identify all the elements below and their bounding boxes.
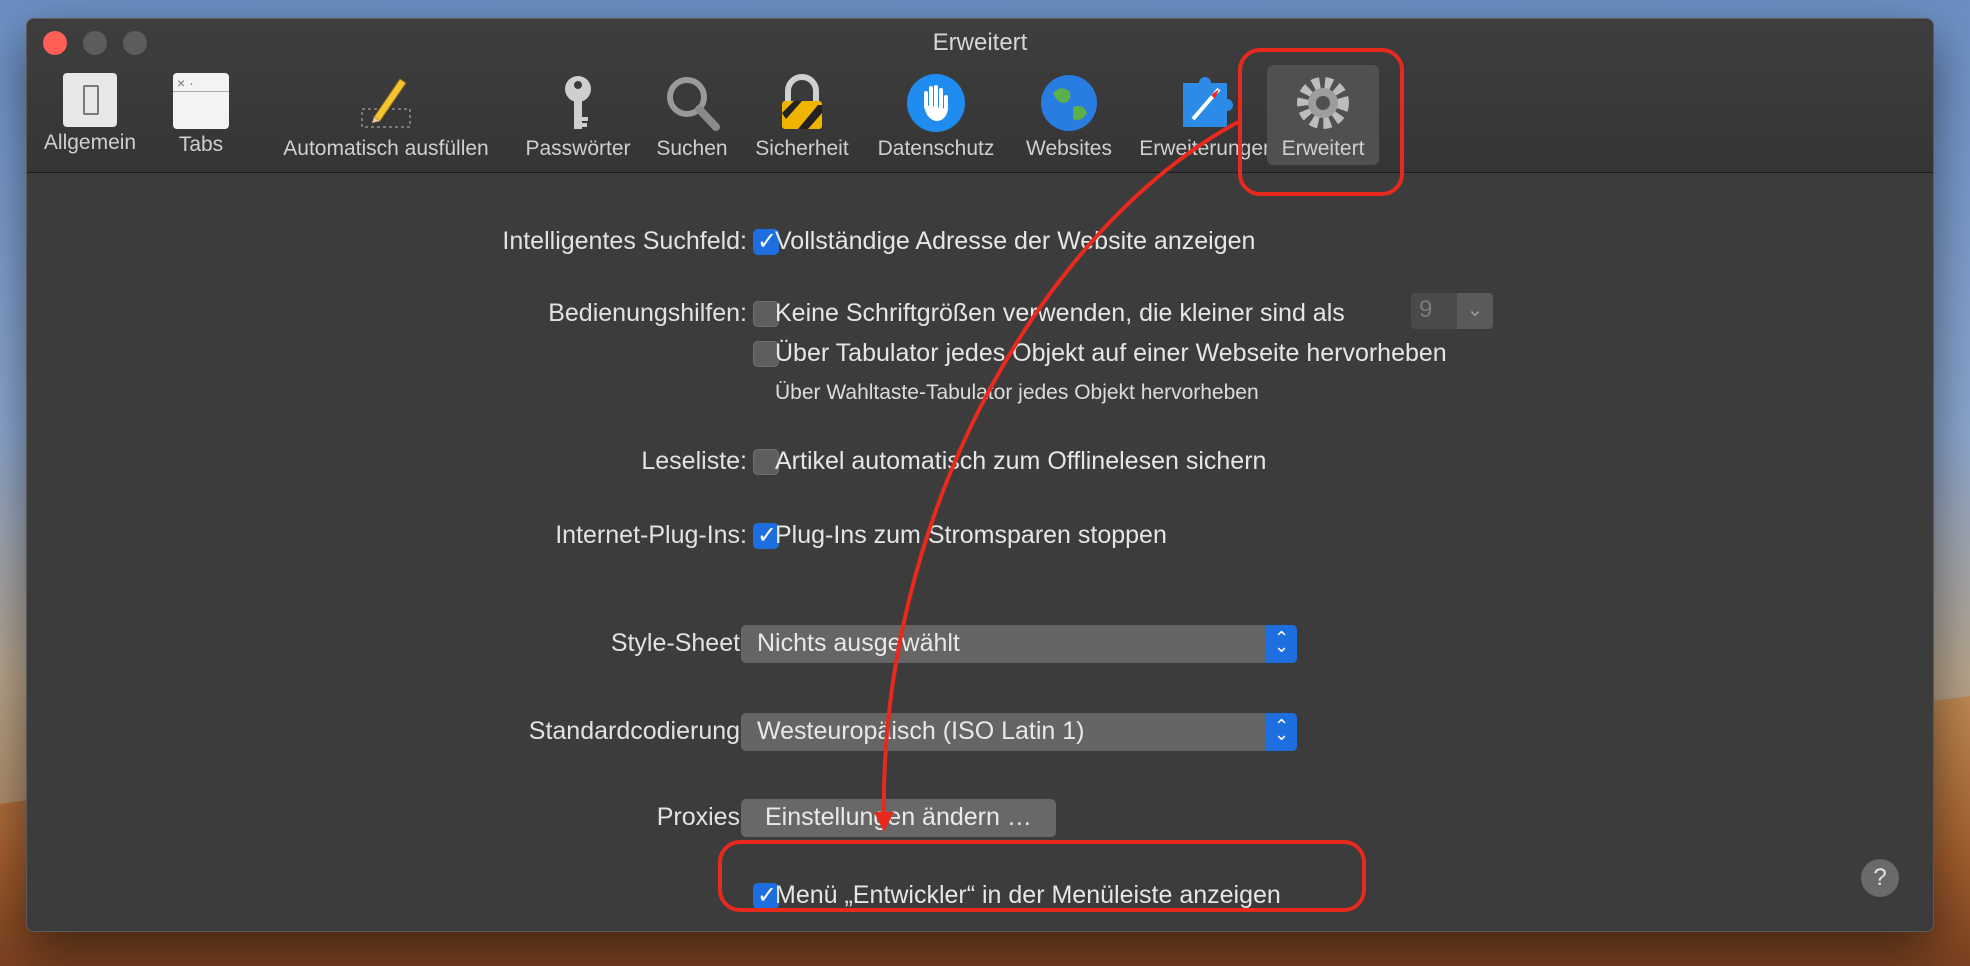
min-font-size-select[interactable]: 9 ⌄	[1411, 293, 1493, 329]
globe-icon	[1039, 73, 1099, 133]
advanced-pane: Intelligentes Suchfeld: Vollständige Adr…	[27, 173, 1933, 931]
proxies-change-button[interactable]: Einstellungen ändern …	[741, 799, 1056, 837]
tab-label: Automatisch ausfüllen	[283, 137, 489, 160]
tab-passwords[interactable]: Passwörter	[493, 65, 663, 165]
general-switch-icon	[63, 73, 117, 127]
chevron-down-icon: ⌄	[1457, 293, 1493, 329]
encoding-value: Westeuropäisch (ISO Latin 1)	[757, 717, 1085, 745]
annotation-highlight-advanced-tab	[1238, 48, 1404, 196]
encoding-popup[interactable]: Westeuropäisch (ISO Latin 1)	[741, 713, 1297, 751]
tabs-icon	[173, 73, 229, 129]
tab-security[interactable]: Sicherheit	[745, 65, 859, 165]
plugins-option: Plug-Ins zum Stromsparen stoppen	[775, 521, 1167, 549]
tab-allgemein[interactable]: Allgemein	[35, 65, 145, 165]
puzzle-icon	[1177, 73, 1237, 133]
tab-privacy[interactable]: Datenschutz	[863, 65, 1009, 165]
stylesheet-popup[interactable]: Nichts ausgewählt	[741, 625, 1297, 663]
hand-icon	[906, 73, 966, 133]
tab-highlight-option: Über Tabulator jedes Objekt auf einer We…	[775, 339, 1447, 367]
tab-label: Sicherheit	[755, 137, 849, 160]
tab-search[interactable]: Suchen	[647, 65, 737, 165]
min-font-size-value: 9	[1419, 296, 1433, 323]
plugins-label: Internet-Plug-Ins:	[555, 521, 747, 549]
toolbar: Erweitert Allgemein Tabs Automatisch aus…	[27, 19, 1933, 173]
reading-list-label: Leseliste:	[641, 447, 747, 475]
stylesheet-value: Nichts ausgewählt	[757, 629, 960, 657]
tab-label: Passwörter	[525, 137, 631, 160]
popup-arrows-icon	[1265, 713, 1297, 751]
tab-websites[interactable]: Websites	[1013, 65, 1125, 165]
popup-arrows-icon	[1265, 625, 1297, 663]
min-font-size-option: Keine Schriftgrößen verwenden, die klein…	[775, 299, 1345, 327]
encoding-label: Standardcodierung:	[528, 717, 747, 745]
smart-search-label: Intelligentes Suchfeld:	[502, 227, 747, 255]
window-title: Erweitert	[932, 29, 1028, 56]
proxies-label: Proxies:	[656, 803, 747, 831]
preferences-window: Erweitert Allgemein Tabs Automatisch aus…	[26, 18, 1934, 932]
tab-label: Datenschutz	[877, 137, 995, 160]
tab-label: Allgemein	[43, 131, 137, 154]
tab-highlight-hint: Über Wahltaste-Tabulator jedes Objekt he…	[775, 381, 1259, 404]
annotation-highlight-develop-menu	[718, 840, 1366, 912]
reading-list-option: Artikel automatisch zum Offlinelesen sic…	[775, 447, 1267, 475]
stylesheet-label: Style-Sheet:	[610, 629, 747, 657]
tab-label: Websites	[1026, 137, 1112, 160]
tab-label: Tabs	[178, 133, 224, 156]
help-button[interactable]: ?	[1861, 859, 1899, 897]
accessibility-label: Bedienungshilfen:	[548, 299, 747, 327]
tab-autofill[interactable]: Automatisch ausfüllen	[241, 65, 531, 165]
smart-search-option: Vollständige Adresse der Website anzeige…	[775, 227, 1256, 255]
pencil-icon	[356, 73, 416, 133]
lock-icon	[772, 73, 832, 133]
magnifier-icon	[662, 73, 722, 133]
tab-tabs[interactable]: Tabs	[161, 65, 241, 165]
tab-label: Suchen	[656, 137, 728, 160]
key-icon	[548, 73, 608, 133]
